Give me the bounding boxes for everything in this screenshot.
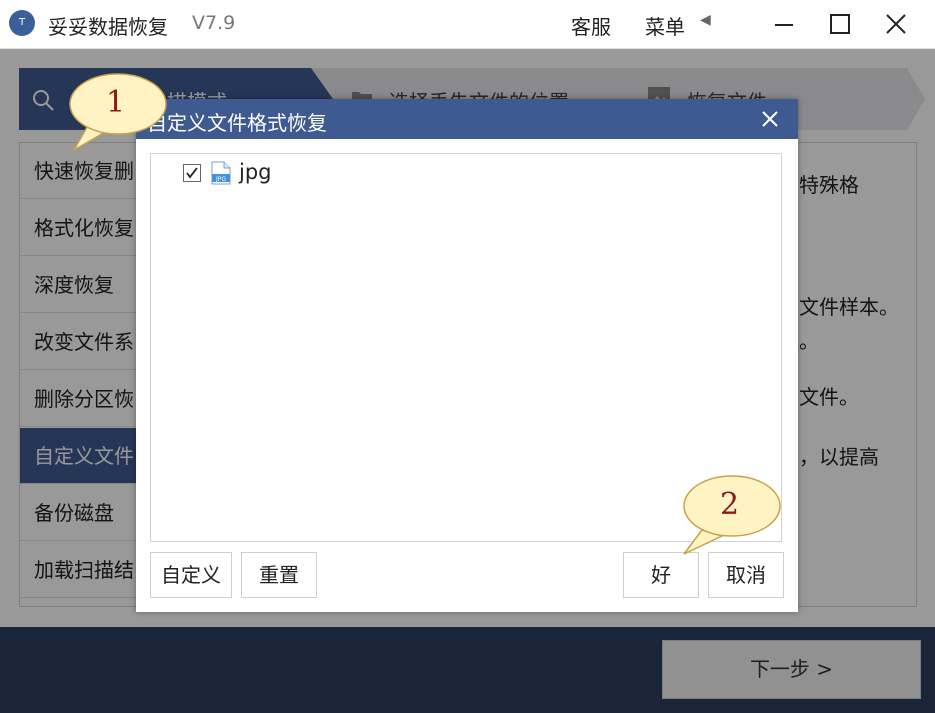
custom-button[interactable]: 自定义 xyxy=(150,552,232,598)
close-window-button[interactable] xyxy=(876,6,916,42)
reset-button[interactable]: 重置 xyxy=(241,552,317,598)
callout-2: 2 xyxy=(676,472,786,562)
triangle-left-icon[interactable]: ◀ xyxy=(700,12,711,28)
maximize-button[interactable] xyxy=(820,6,860,42)
title-bar: T 妥妥数据恢复 V7.9 客服 菜单 ◀ xyxy=(0,0,935,49)
maximize-icon xyxy=(830,14,850,34)
menu-button[interactable]: 菜单 xyxy=(645,11,685,40)
app-title: 妥妥数据恢复 xyxy=(48,15,168,39)
file-icon-label: JPG xyxy=(215,176,226,183)
support-button[interactable]: 客服 xyxy=(571,11,611,40)
list-item-label: jpg xyxy=(239,160,272,184)
callout-1: 1 xyxy=(60,70,170,160)
jpg-file-icon: JPG xyxy=(211,161,231,185)
minimize-icon xyxy=(775,24,793,26)
minimize-button[interactable] xyxy=(764,6,804,42)
callout-1-number: 1 xyxy=(106,85,126,120)
app-version: V7.9 xyxy=(192,12,236,34)
app-logo: T xyxy=(9,10,35,36)
close-icon xyxy=(762,111,778,127)
close-icon xyxy=(886,14,906,34)
checkmark-icon xyxy=(186,167,198,179)
callout-2-number: 2 xyxy=(720,487,740,522)
dialog-title: 自定义文件格式恢复 xyxy=(147,111,327,135)
checkbox-jpg[interactable] xyxy=(183,164,201,182)
dialog-close-button[interactable] xyxy=(756,105,784,133)
dialog-header: 自定义文件格式恢复 xyxy=(136,99,798,139)
